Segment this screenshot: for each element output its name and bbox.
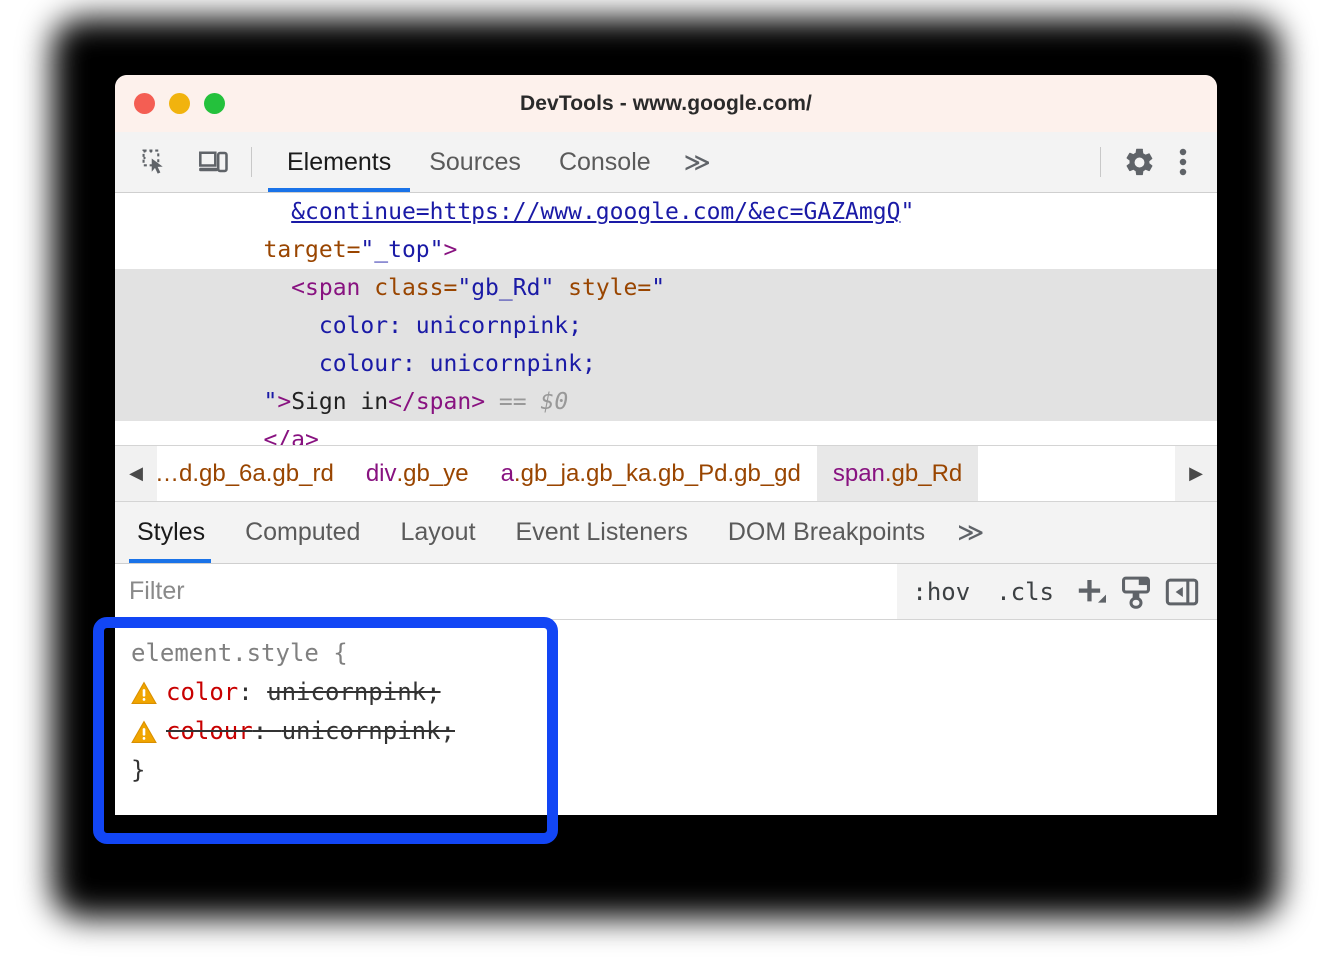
more-tabs-icon[interactable]: ≫	[670, 132, 725, 192]
breadcrumb-item-class: .gb_ye	[397, 460, 469, 488]
filter-input-wrap[interactable]	[115, 564, 897, 619]
traffic-lights	[134, 93, 225, 114]
inspect-element-icon[interactable]	[133, 140, 177, 184]
warning-icon	[131, 719, 157, 745]
breadcrumb-item-tag: div	[366, 460, 397, 488]
dom-tree-panel[interactable]: &continue=https://www.google.com/&ec=GAZ…	[115, 193, 1217, 445]
tab-computed[interactable]: Computed	[225, 502, 380, 563]
breadcrumb-item-3-selected[interactable]: span.gb_Rd	[817, 446, 978, 501]
tab-event-listeners[interactable]: Event Listeners	[496, 502, 708, 563]
breadcrumb-item-1[interactable]: div.gb_ye	[350, 446, 485, 501]
gear-icon[interactable]	[1117, 140, 1161, 184]
css-property-value[interactable]: unicornpink;	[282, 712, 455, 751]
toggle-sidebar-icon[interactable]	[1159, 569, 1205, 615]
breadcrumb-item-class: .gb_ja.gb_ka.gb_Pd.gb_gd	[514, 460, 801, 488]
maximize-button[interactable]	[204, 93, 225, 114]
dom-line-line-span-close[interactable]: ">Sign in</span> == $0	[115, 383, 1217, 421]
dom-block-unselected-top[interactable]: &continue=https://www.google.com/&ec=GAZ…	[115, 193, 1217, 269]
tab-elements[interactable]: Elements	[268, 132, 410, 192]
filter-bar-actions: :hov .cls	[899, 569, 1217, 615]
breadcrumb-scroll-right-icon[interactable]: ▶	[1175, 446, 1217, 501]
css-declaration-row[interactable]: colour: unicornpink;	[131, 712, 1217, 751]
breadcrumb-item-2[interactable]: a.gb_ja.gb_ka.gb_Pd.gb_gd	[485, 446, 817, 501]
breadcrumb-item-tag: a	[501, 460, 514, 488]
css-closing-brace: }	[131, 751, 145, 790]
dom-line-line-a-close[interactable]: </a>	[115, 421, 1217, 445]
css-separator: :	[253, 712, 282, 751]
warning-icon	[131, 680, 157, 706]
breadcrumb: ◀ …d.gb_6a.gb_rd div.gb_ye a.gb_ja.gb_ka…	[115, 445, 1217, 502]
toolbar-divider-right	[1100, 147, 1101, 177]
css-separator: :	[238, 673, 267, 712]
tab-dom-breakpoints[interactable]: DOM Breakpoints	[708, 502, 945, 563]
panel-tabs: Elements Sources Console ≫	[268, 132, 725, 192]
more-sidebar-tabs-icon[interactable]: ≫	[945, 502, 996, 563]
css-selector-line[interactable]: element.style {	[131, 634, 1217, 673]
devtools-toolbar: Elements Sources Console ≫	[115, 132, 1217, 193]
window-title: DevTools - www.google.com/	[115, 75, 1217, 132]
dom-block-unselected-bottom[interactable]: </a>	[115, 421, 1217, 445]
css-property-name[interactable]: colour	[166, 712, 253, 751]
breadcrumb-item-tag: span	[833, 460, 885, 488]
breadcrumb-scroll-left-icon[interactable]: ◀	[115, 446, 157, 501]
css-closing-brace-line: }	[131, 751, 1217, 790]
tab-styles[interactable]: Styles	[115, 502, 225, 563]
breadcrumb-items: …d.gb_6a.gb_rd div.gb_ye a.gb_ja.gb_ka.g…	[157, 446, 1175, 501]
dom-line-line-colour[interactable]: colour: unicornpink;	[115, 345, 1217, 383]
css-property-value[interactable]: unicornpink;	[267, 673, 440, 712]
device-toolbar-icon[interactable]	[191, 140, 235, 184]
breadcrumb-item-class: …d.gb_6a.gb_rd	[157, 460, 334, 488]
sidebar-tabs: Styles Computed Layout Event Listeners D…	[115, 502, 1217, 564]
styles-pane[interactable]: element.style { color: unicornpink; colo…	[115, 620, 1217, 815]
new-style-rule-button[interactable]	[1067, 569, 1113, 615]
paintbrush-icon[interactable]	[1113, 569, 1159, 615]
dom-line-line-span-open[interactable]: <span class="gb_Rd" style="	[115, 269, 1217, 307]
toolbar-right-group	[1084, 132, 1217, 192]
dom-line-line-target[interactable]: target="_top">	[115, 231, 1217, 269]
css-declaration-row[interactable]: color: unicornpink;	[131, 673, 1217, 712]
window-titlebar: DevTools - www.google.com/	[115, 75, 1217, 132]
kebab-menu-icon[interactable]	[1161, 140, 1205, 184]
toggle-hover-state-button[interactable]: :hov	[899, 578, 983, 606]
dom-line-line-continue[interactable]: &continue=https://www.google.com/&ec=GAZ…	[115, 193, 1217, 231]
breadcrumb-item-0[interactable]: …d.gb_6a.gb_rd	[157, 446, 350, 501]
tab-layout[interactable]: Layout	[380, 502, 495, 563]
minimize-button[interactable]	[169, 93, 190, 114]
styles-filter-bar: :hov .cls	[115, 564, 1217, 620]
breadcrumb-item-class: .gb_Rd	[885, 460, 962, 488]
close-button[interactable]	[134, 93, 155, 114]
toolbar-divider	[251, 147, 252, 177]
filter-input[interactable]	[129, 577, 897, 606]
page-root: DevTools - www.google.com/ Eleme	[0, 0, 1330, 968]
tab-console[interactable]: Console	[540, 132, 670, 192]
toggle-class-button[interactable]: .cls	[983, 578, 1067, 606]
css-selector-text: element.style {	[131, 634, 348, 673]
dom-node-selected[interactable]: <span class="gb_Rd" style=" color: unico…	[115, 269, 1217, 421]
devtools-window: DevTools - www.google.com/ Eleme	[115, 75, 1217, 815]
tab-sources[interactable]: Sources	[410, 132, 540, 192]
css-property-name[interactable]: color	[166, 673, 238, 712]
dom-line-line-color[interactable]: color: unicornpink;	[115, 307, 1217, 345]
